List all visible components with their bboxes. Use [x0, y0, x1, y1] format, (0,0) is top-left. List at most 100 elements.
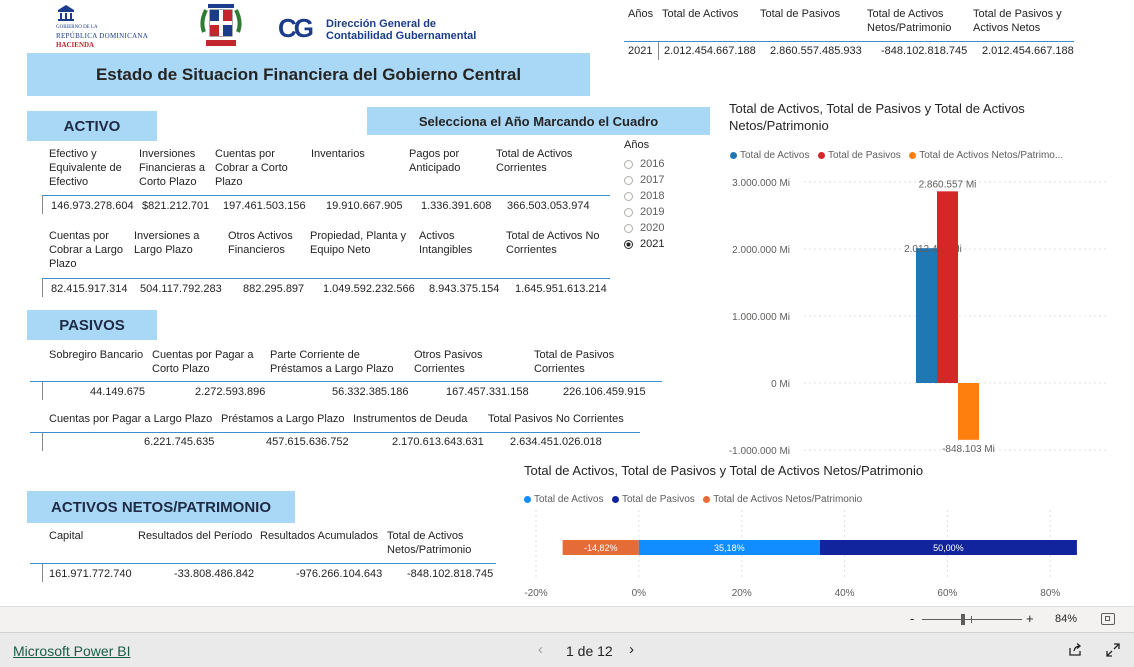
pasivos-label-total-no-corrientes: Total Pasivos No Corrientes: [488, 413, 624, 425]
activo-label-propiedad: Propiedad, Planta y Equipo Neto: [310, 230, 407, 256]
chart2-x-tick-label: -20%: [524, 588, 547, 599]
year-option-2018[interactable]: 2018: [624, 188, 704, 204]
activo-value-otros-fin: 882.295.897: [243, 283, 305, 295]
year-selector-banner: Selecciona el Año Marcando el Cuadro: [367, 107, 710, 135]
activo-label-efectivo: Efectivo y Equivalente de Efectivo: [49, 148, 122, 188]
activo-row1-col-divider: [42, 196, 43, 214]
activo-value-cxc-largo: 82.415.917.314: [51, 283, 128, 295]
top-table-header-pasivos: Total de Pasivos: [760, 8, 841, 20]
legend-dot-icon: [817, 152, 825, 159]
pasivos-value-instrumentos: 2.170.613.643.631: [392, 436, 484, 448]
year-option-2021[interactable]: 2021: [624, 236, 704, 252]
zoom-slider[interactable]: [922, 619, 1022, 620]
hacienda-emblem-icon: [56, 4, 76, 22]
next-page-icon[interactable]: ›: [629, 641, 634, 658]
dgcg-line2: Contabilidad Gubernamental: [326, 30, 477, 42]
activo-label-cxc-largo: Cuentas por Cobrar a Largo Plazo: [49, 230, 123, 270]
pasivos-label-cxp-corto: Cuentas por Pagar a Corto Plazo: [152, 349, 254, 375]
chart2-legend-activos[interactable]: Total de Activos: [524, 494, 603, 505]
activo-row2: Cuentas por Cobrar a Largo Plazo Inversi…: [42, 228, 610, 300]
radio-icon[interactable]: [624, 223, 633, 233]
activo-value-intangibles: 8.943.375.154: [429, 283, 500, 295]
chart2-data-label: 35,18%: [714, 543, 745, 553]
activo-value-inv-largo: 504.117.792.283: [140, 283, 222, 295]
radio-icon[interactable]: [624, 159, 633, 169]
chart1-y-tick-label: -1.000.000 Mi: [729, 446, 790, 457]
radio-icon[interactable]: [624, 175, 633, 185]
activo-value-inv-corto: $821.212.701: [142, 200, 210, 212]
chart2-legend-patrimonio[interactable]: Total de Activos Netos/Patrimonio: [703, 494, 862, 505]
chart1-data-label: -848.103 Mi: [942, 444, 995, 455]
top-table-cell-activos: 2.012.454.667.188: [664, 45, 756, 57]
activo-label-inv-corto: Inversiones Financieras a Corto Plazo: [139, 148, 206, 188]
chart2-x-tick-label: 0%: [632, 588, 647, 599]
radio-selected-icon[interactable]: [624, 239, 633, 249]
chart1-legend-pasivos[interactable]: Total de Pasivos: [817, 150, 901, 161]
chart2-x-tick-label: 20%: [732, 588, 752, 599]
zoom-out-button[interactable]: -: [910, 611, 914, 626]
legend-dot-icon: [524, 496, 531, 503]
patrimonio-row-col-divider: [42, 564, 43, 582]
activo-value-cxc-corto: 197.461.503.156: [223, 200, 306, 212]
fullscreen-icon[interactable]: [1105, 642, 1121, 658]
zoom-level: 84%: [1055, 613, 1078, 625]
report-title: Estado de Situacion Financiera del Gobie…: [27, 53, 590, 96]
fit-to-page-icon[interactable]: [1101, 613, 1115, 625]
activo-row2-divider: [42, 278, 610, 279]
top-table-cell-year: 2021: [628, 45, 653, 57]
activo-value-total-corrientes: 366.503.053.974: [507, 200, 590, 212]
chart1-legend-patrimonio[interactable]: Total de Activos Netos/Patrimo...: [909, 150, 1063, 161]
year-option-2017[interactable]: 2017: [624, 172, 704, 188]
year-option-2020[interactable]: 2020: [624, 220, 704, 236]
chart2-x-tick-label: 80%: [1040, 588, 1060, 599]
radio-icon[interactable]: [624, 207, 633, 217]
prev-page-icon[interactable]: ‹: [538, 641, 543, 658]
activo-value-total-no-corrientes: 1.645.951.613.214: [515, 283, 607, 295]
top-table-header-years: Años: [628, 8, 654, 20]
zoom-slider-thumb[interactable]: [961, 614, 965, 625]
activo-label-inv-largo: Inversiones a Largo Plazo: [134, 230, 200, 256]
pasivos-value-cxp-largo: 6.221.745.635: [144, 436, 215, 448]
activo-value-inventarios: 19.910.667.905: [326, 200, 403, 212]
power-bi-link[interactable]: Microsoft Power BI: [13, 643, 130, 659]
pasivos-row1-col-divider: [42, 382, 43, 400]
pasivos-label-otros: Otros Pasivos Corrientes: [414, 349, 483, 375]
activo-label-cxc-corto: Cuentas por Cobrar a Corto Plazo: [215, 148, 288, 188]
chart1-legend-activos[interactable]: Total de Activos: [730, 150, 809, 161]
radio-icon[interactable]: [624, 191, 633, 201]
activo-label-total-corrientes: Total de Activos Corrientes: [496, 148, 573, 174]
pasivos-label-parte-corriente: Parte Corriente de Préstamos a Largo Pla…: [270, 349, 394, 375]
pasivos-label-cxp-largo: Cuentas por Pagar a Largo Plazo: [49, 413, 213, 425]
chart2-x-tick-label: 60%: [937, 588, 957, 599]
chart1-y-tick-label: 0 Mi: [771, 379, 790, 390]
activo-row2-col-divider: [42, 279, 43, 297]
pasivos-value-cxp-corto: 2.272.593.896: [195, 386, 266, 398]
pasivos-row1: Sobregiro Bancario Cuentas por Pagar a C…: [30, 347, 662, 403]
chart2-legend-pasivos[interactable]: Total de Pasivos: [611, 494, 695, 505]
chart1-bar-pasivos: [937, 191, 958, 383]
chart2-title: Total de Activos, Total de Pasivos y Tot…: [524, 463, 924, 478]
pasivos-label-total-corrientes: Total de Pasivos Corrientes: [534, 349, 615, 375]
year-slicer-title: Años: [624, 139, 650, 151]
activo-label-inventarios: Inventarios: [311, 148, 365, 160]
hacienda-line1: GOBIERNO DE LA: [56, 25, 98, 30]
patrimonio-value-resultados-periodo: -33.808.486.842: [174, 568, 255, 580]
chart1-legend: Total de Activos Total de Pasivos Total …: [730, 146, 1130, 161]
chart1-y-tick-label: 2.000.000 Mi: [732, 245, 790, 256]
legend-dot-icon: [703, 496, 711, 503]
page-indicator: 1 de 12: [566, 643, 613, 659]
chart1-y-tick-label: 3.000.000 Mi: [732, 178, 790, 189]
status-bar: - + 84%: [0, 606, 1134, 632]
share-icon[interactable]: [1067, 642, 1083, 658]
legend-dot-icon: [909, 152, 917, 159]
pasivos-section-title: PASIVOS: [27, 310, 157, 340]
hacienda-line3: HACIENDA: [56, 41, 95, 49]
pasivos-row2: Cuentas por Pagar a Largo Plazo Préstamo…: [30, 411, 640, 451]
dgcg-mark-icon: CG: [278, 13, 314, 43]
patrimonio-row: Capital Resultados del Período Resultado…: [30, 528, 496, 584]
year-option-2016[interactable]: 2016: [624, 156, 704, 172]
zoom-in-button[interactable]: +: [1026, 611, 1034, 626]
pasivos-value-total-no-corrientes: 2.634.451.026.018: [510, 436, 602, 448]
year-option-2019[interactable]: 2019: [624, 204, 704, 220]
pasivos-row2-col-divider: [42, 433, 43, 451]
